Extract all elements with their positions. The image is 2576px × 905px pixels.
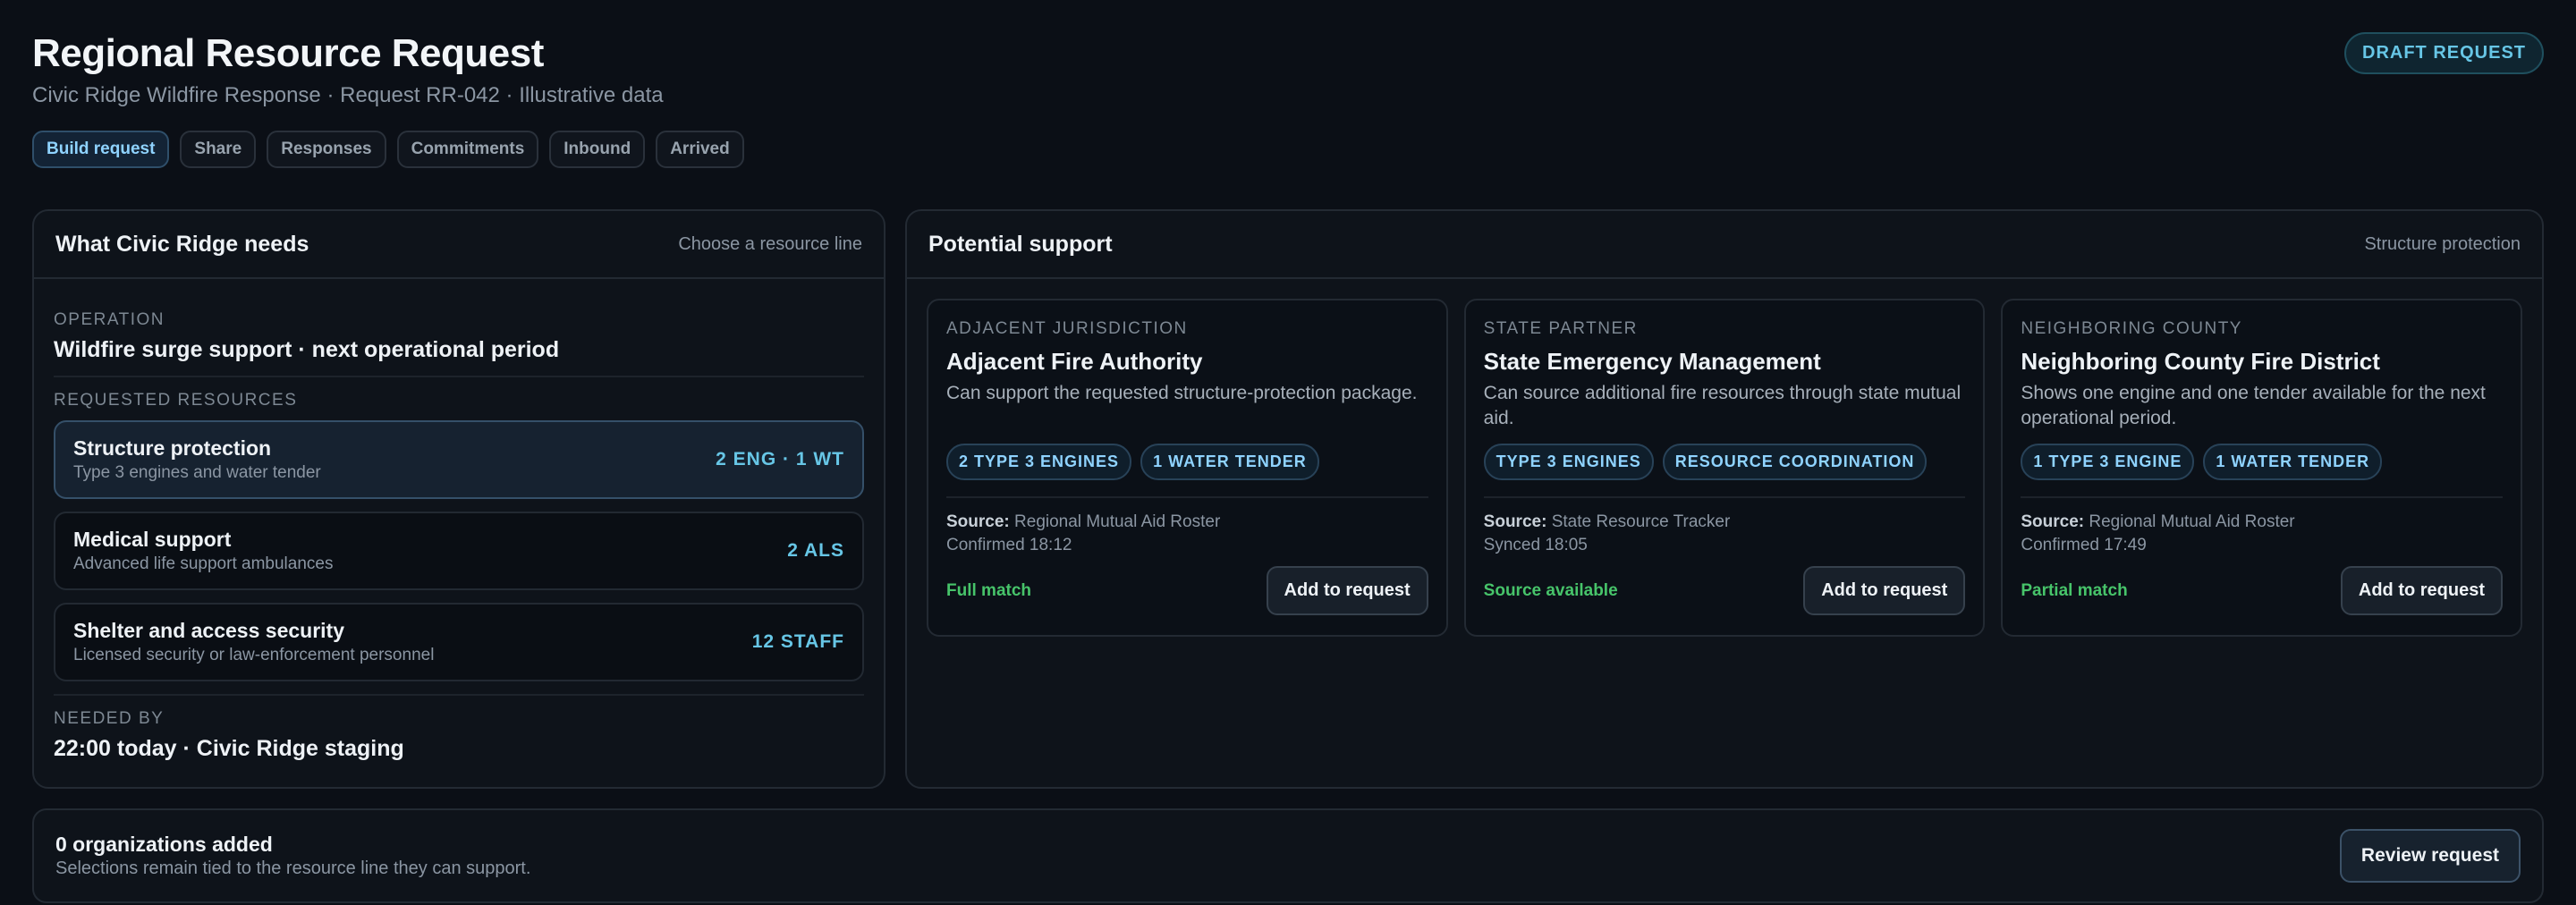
support-cards: ADJACENT JURISDICTION Adjacent Fire Auth… [907, 279, 2542, 637]
page-title: Regional Resource Request [32, 31, 544, 75]
needs-panel-title: What Civic Ridge needs [55, 231, 309, 257]
resource-quantity: 2 ENG · 1 WT [716, 449, 844, 469]
resource-request-page: Regional Resource Request Civic Ridge Wi… [0, 0, 2576, 905]
status-badge: DRAFT REQUEST [2344, 32, 2544, 74]
source-label: Source: [946, 512, 1010, 531]
card-source: Source: Regional Mutual Aid Roster Confi… [2021, 511, 2503, 557]
support-panel-header: Potential support Structure protection [907, 211, 2542, 279]
tab-inbound[interactable]: Inbound [549, 131, 646, 168]
add-to-request-button[interactable]: Add to request [2340, 566, 2504, 615]
match-status: Full match [946, 580, 1032, 600]
source-updated: Confirmed 18:12 [946, 536, 1072, 554]
add-to-request-button[interactable]: Add to request [1266, 566, 1428, 615]
source-updated: Confirmed 17:49 [2021, 536, 2147, 554]
resource-line-structure-protection[interactable]: Structure protection Type 3 engines and … [54, 420, 864, 499]
card-chips: TYPE 3 ENGINES RESOURCE COORDINATION [1483, 444, 1966, 480]
card-category: NEIGHBORING COUNTY [2021, 319, 2242, 338]
needed-by: NEEDED BY 22:00 today · Civic Ridge stag… [54, 708, 864, 762]
support-panel: Potential support Structure protection A… [905, 209, 2544, 789]
match-status: Source available [1483, 580, 1618, 600]
source-value: Regional Mutual Aid Roster [1014, 512, 1221, 531]
selection-note: Selections remain tied to the resource l… [55, 858, 531, 878]
workflow-tabs: Build request Share Responses Commitment… [32, 131, 2544, 168]
support-card-adjacent-fire-authority: ADJACENT JURISDICTION Adjacent Fire Auth… [927, 299, 1448, 637]
divider [54, 694, 864, 696]
divider [1483, 496, 1966, 498]
resource-description: Type 3 engines and water tender [73, 463, 321, 482]
card-description: Shows one engine and one tender availabl… [2021, 383, 2486, 428]
needs-panel-body: OPERATION Wildfire surge support · next … [34, 279, 884, 762]
operation-value: Wildfire surge support · next operationa… [54, 337, 560, 362]
capability-chip: 1 WATER TENDER [1140, 444, 1319, 480]
divider [54, 376, 864, 377]
page-header: Regional Resource Request Civic Ridge Wi… [32, 30, 2544, 182]
tab-build-request[interactable]: Build request [32, 131, 170, 168]
source-label: Source: [2021, 512, 2085, 531]
card-footer: Partial match Add to request [2021, 566, 2504, 615]
source-label: Source: [1483, 512, 1547, 531]
selection-summary-bar: 0 organizations added Selections remain … [32, 808, 2544, 903]
review-request-button[interactable]: Review request [2339, 829, 2521, 883]
resource-quantity: 12 STAFF [751, 631, 844, 652]
organizations-added-count: 0 organizations added [55, 833, 273, 856]
capability-chip: 2 TYPE 3 ENGINES [946, 444, 1132, 480]
resource-name: Medical support [73, 528, 232, 551]
card-chips: 1 TYPE 3 ENGINE 1 WATER TENDER [2021, 444, 2503, 480]
match-status: Partial match [2021, 580, 2128, 600]
tab-arrived[interactable]: Arrived [656, 131, 744, 168]
card-source: Source: State Resource Tracker Synced 18… [1484, 511, 1966, 557]
card-chips: 2 TYPE 3 ENGINES 1 WATER TENDER [946, 444, 1428, 480]
resource-description: Licensed security or law-enforcement per… [73, 646, 435, 664]
needs-panel-header: What Civic Ridge needs Choose a resource… [34, 211, 884, 279]
support-card-state-emergency-management: STATE PARTNER State Emergency Management… [1463, 299, 1986, 637]
needs-panel-hint: Choose a resource line [678, 233, 862, 254]
support-panel-hint: Structure protection [2364, 233, 2521, 254]
resource-list: Structure protection Type 3 engines and … [54, 420, 864, 681]
source-updated: Synced 18:05 [1483, 536, 1588, 554]
capability-chip: 1 WATER TENDER [2203, 444, 2383, 480]
card-footer: Full match Add to request [946, 566, 1428, 615]
capability-chip: 1 TYPE 3 ENGINE [2021, 444, 2195, 480]
page-subtitle: Civic Ridge Wildfire Response · Request … [32, 83, 664, 107]
card-org-name: Adjacent Fire Authority [946, 348, 1203, 375]
resource-name: Structure protection [73, 436, 272, 460]
tab-share[interactable]: Share [180, 131, 257, 168]
card-description: Can support the requested structure-prot… [946, 383, 1418, 403]
tab-commitments[interactable]: Commitments [396, 131, 539, 168]
resource-line-medical-support[interactable]: Medical support Advanced life support am… [54, 512, 864, 590]
source-value: State Resource Tracker [1551, 512, 1731, 531]
source-value: Regional Mutual Aid Roster [2089, 512, 2295, 531]
tab-responses[interactable]: Responses [267, 131, 386, 168]
needed-by-label: NEEDED BY [54, 709, 165, 728]
capability-chip: TYPE 3 ENGINES [1483, 444, 1654, 480]
requested-resources-label: REQUESTED RESOURCES [54, 391, 298, 410]
card-category: STATE PARTNER [1483, 319, 1638, 338]
card-org-name: Neighboring County Fire District [2021, 348, 2380, 375]
card-category: ADJACENT JURISDICTION [946, 319, 1188, 338]
support-card-neighboring-county: NEIGHBORING COUNTY Neighboring County Fi… [2001, 299, 2523, 637]
resource-quantity: 2 ALS [787, 540, 844, 561]
card-footer: Source available Add to request [1484, 566, 1966, 615]
card-org-name: State Emergency Management [1483, 348, 1821, 375]
resource-line-shelter-security[interactable]: Shelter and access security Licensed sec… [54, 603, 864, 681]
divider [946, 496, 1428, 498]
needs-panel: What Civic Ridge needs Choose a resource… [32, 209, 886, 789]
add-to-request-button[interactable]: Add to request [1803, 566, 1966, 615]
support-panel-title: Potential support [928, 231, 1113, 257]
card-source: Source: Regional Mutual Aid Roster Confi… [946, 511, 1428, 557]
resource-description: Advanced life support ambulances [73, 554, 334, 573]
divider [2021, 496, 2504, 498]
card-description: Can source additional fire resources thr… [1483, 383, 1962, 428]
main-panels: What Civic Ridge needs Choose a resource… [32, 209, 2544, 789]
resource-name: Shelter and access security [73, 619, 344, 642]
capability-chip: RESOURCE COORDINATION [1662, 444, 1928, 480]
needed-by-value: 22:00 today · Civic Ridge staging [54, 736, 404, 761]
operation-label: OPERATION [54, 310, 165, 329]
